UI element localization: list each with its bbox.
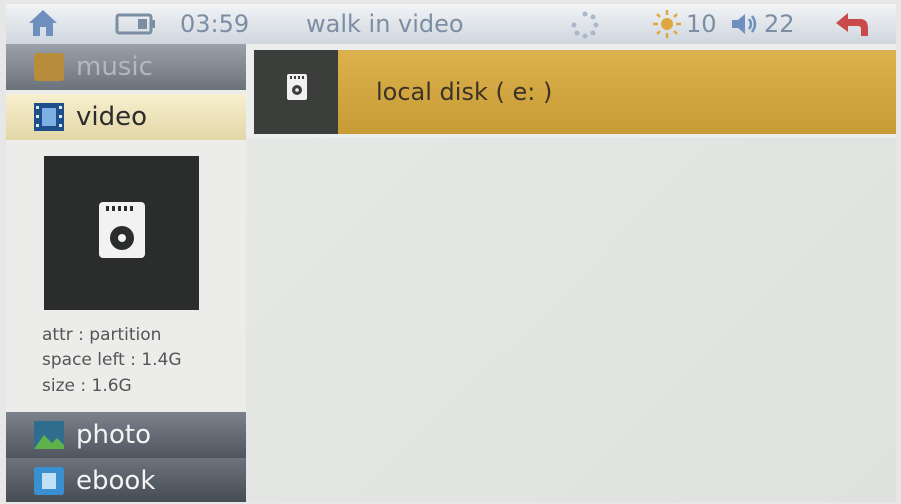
partition-attr: attr : partition — [42, 325, 162, 345]
disk-size: size : 1.6G — [42, 376, 132, 396]
sidebar-item-label: video — [76, 102, 148, 132]
sidebar-item-label: ebook — [76, 466, 156, 496]
path-bar[interactable]: local disk ( e: ) — [254, 50, 896, 134]
device-screen: 03:59 walk in video 10 22 music video at… — [6, 4, 896, 502]
clock-time: 03:59 — [180, 10, 250, 38]
volume-icon[interactable] — [730, 11, 760, 51]
sidebar-item-music[interactable]: music — [6, 44, 246, 90]
brightness-icon[interactable] — [652, 9, 682, 49]
file-list-area[interactable] — [246, 138, 896, 502]
home-icon[interactable] — [26, 6, 60, 46]
music-icon — [34, 53, 64, 81]
ebook-icon — [34, 467, 64, 495]
photo-icon — [34, 421, 64, 449]
status-bar: 03:59 walk in video 10 22 — [6, 4, 896, 44]
battery-icon — [114, 4, 158, 44]
sd-card-icon — [44, 156, 199, 310]
space-left: space left : 1.4G — [42, 350, 182, 370]
screen-title: walk in video — [306, 10, 464, 38]
path-label: local disk ( e: ) — [376, 78, 553, 106]
back-arrow-icon[interactable] — [834, 10, 870, 50]
sidebar-item-ebook[interactable]: ebook — [6, 458, 246, 502]
film-icon — [34, 103, 64, 131]
sd-card-icon — [254, 50, 338, 134]
sidebar-item-label: photo — [76, 420, 151, 450]
sidebar: music video attr : partition space left … — [6, 44, 246, 502]
brightness-value: 10 — [686, 10, 717, 38]
sidebar-item-label: music — [76, 52, 153, 82]
sidebar-item-photo[interactable]: photo — [6, 412, 246, 458]
sidebar-item-video[interactable]: video — [6, 94, 246, 140]
device-info-panel: attr : partition space left : 1.4G size … — [6, 144, 246, 408]
volume-value: 22 — [764, 10, 795, 38]
loading-icon — [570, 10, 600, 50]
